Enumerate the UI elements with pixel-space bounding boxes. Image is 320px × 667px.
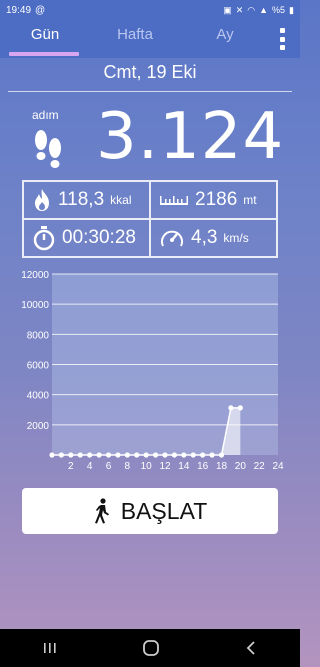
distance-value: 2186	[195, 189, 238, 210]
y-tick-label: 2000	[27, 421, 50, 432]
x-tick-label: 18	[216, 461, 228, 472]
speedometer-icon	[161, 230, 183, 247]
ruler-icon	[160, 196, 188, 205]
speed-unit: km/s	[223, 231, 249, 245]
speed-cell: 4,3 km/s	[150, 219, 277, 257]
y-tick-label: 4000	[27, 391, 50, 402]
tab-bar: Gün Hafta Ay	[0, 20, 300, 58]
data-point	[143, 452, 149, 458]
battery-icon: ▮	[289, 4, 294, 15]
tab-ay[interactable]: Ay	[180, 20, 270, 58]
tab-hafta[interactable]: Hafta	[90, 20, 180, 58]
steps-block: adım 3.124	[0, 100, 300, 178]
start-button[interactable]: BAŞLAT	[22, 488, 278, 534]
data-point	[200, 452, 206, 458]
mute-icon: ✕	[235, 4, 244, 15]
data-point	[171, 452, 178, 458]
flame-icon	[35, 189, 49, 211]
data-point	[218, 452, 225, 458]
data-point	[68, 452, 74, 458]
x-tick-label: 20	[235, 461, 247, 472]
status-time: 19:49	[6, 4, 32, 16]
stopwatch-icon	[33, 226, 55, 251]
data-point	[190, 452, 196, 458]
data-point	[58, 452, 65, 458]
walking-person-icon	[94, 498, 109, 524]
y-tick-label: 6000	[27, 361, 50, 372]
data-point	[134, 452, 140, 458]
data-point	[96, 452, 102, 458]
x-tick-label: 2	[68, 461, 74, 472]
x-tick-label: 10	[141, 461, 153, 472]
tab-gun[interactable]: Gün	[0, 20, 90, 58]
home-icon[interactable]	[142, 639, 160, 657]
calories-value: 118,3	[58, 189, 105, 210]
x-tick-label: 14	[178, 461, 190, 472]
steps-label: adım	[32, 108, 59, 122]
lock-icon: ▣	[223, 4, 232, 15]
data-point	[152, 452, 159, 458]
y-tick-label: 10000	[21, 300, 49, 311]
steps-count: 3.124	[96, 100, 285, 174]
date-title: Cmt, 19 Eki	[103, 62, 197, 82]
x-tick-label: 6	[106, 461, 112, 472]
back-icon[interactable]	[244, 640, 258, 656]
overflow-menu-icon[interactable]	[278, 28, 286, 50]
data-point	[77, 452, 83, 458]
duration-value: 00:30:28	[62, 227, 136, 248]
divider	[8, 91, 292, 92]
data-point	[49, 452, 55, 458]
data-point	[115, 452, 121, 458]
status-bar: 19:49 @ ▣ ✕ ◠ ▲ %5 ▮	[0, 0, 300, 20]
signal-icon: ▲	[259, 5, 269, 15]
data-point	[209, 452, 215, 458]
data-point	[181, 452, 187, 458]
x-tick-label: 4	[87, 461, 93, 472]
start-button-label: BAŞLAT	[120, 497, 208, 524]
y-tick-label: 8000	[27, 330, 50, 341]
x-tick-label: 22	[254, 461, 266, 472]
data-point	[124, 452, 130, 458]
battery-level: %5	[272, 5, 286, 15]
data-point	[162, 452, 168, 458]
x-tick-label: 12	[159, 461, 171, 472]
steps-chart: 200040006000800010000120002 4 6 8 10 12 14 16 18…	[21, 270, 284, 472]
duration-cell: 00:30:28	[23, 219, 150, 257]
calories-unit: kkal	[110, 193, 132, 207]
footprints-icon	[35, 130, 61, 168]
x-tick-label: 24	[272, 461, 284, 472]
speed-value: 4,3	[191, 227, 218, 248]
data-point	[237, 405, 243, 411]
at-icon: @	[35, 4, 46, 16]
x-tick-label: 8	[125, 461, 131, 472]
wifi-icon: ◠	[247, 4, 256, 15]
stats-grid: 118,3 kkal 2186 mt 00:30:28 4,3 km/s	[22, 180, 278, 258]
data-point	[105, 452, 112, 458]
recent-apps-icon[interactable]	[42, 641, 58, 655]
data-point	[228, 405, 234, 411]
y-tick-label: 12000	[21, 270, 49, 281]
distance-cell: 2186 mt	[150, 181, 277, 219]
x-tick-label: 16	[197, 461, 209, 472]
system-nav-bar	[0, 629, 300, 667]
calories-cell: 118,3 kkal	[23, 181, 150, 219]
data-point	[87, 452, 93, 458]
distance-unit: mt	[243, 193, 257, 207]
